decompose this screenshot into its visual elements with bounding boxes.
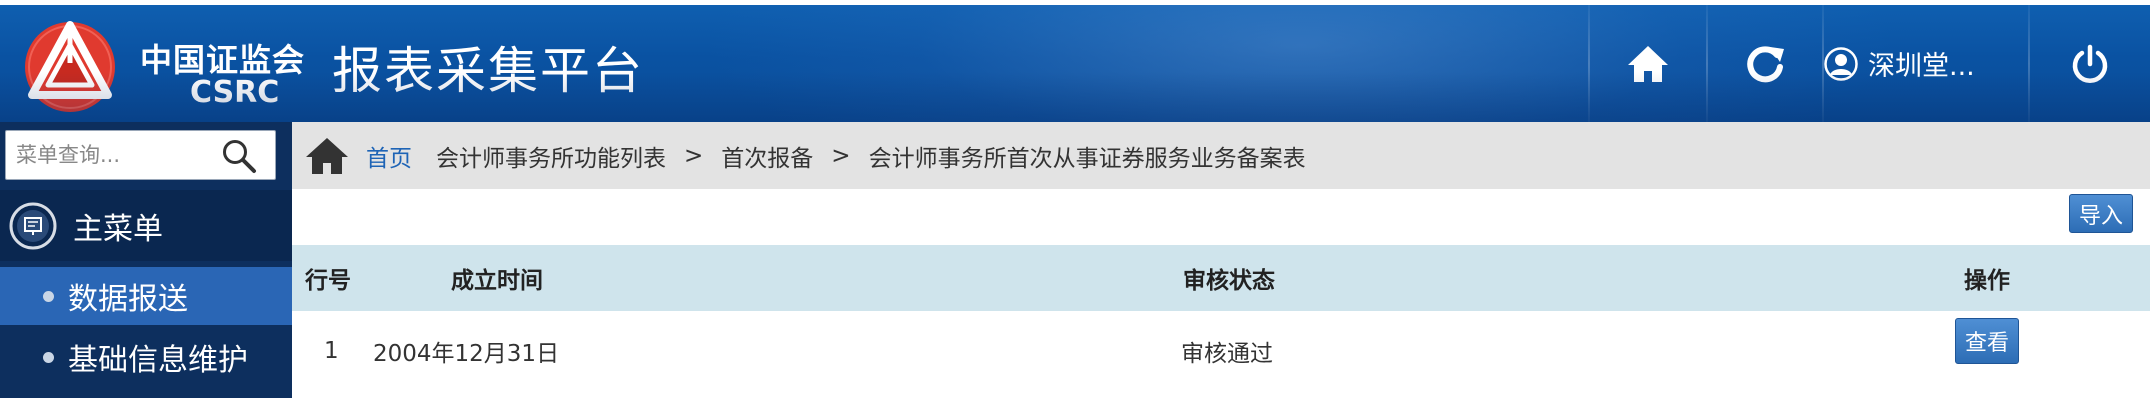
- user-name: 深圳堂...: [1868, 51, 1975, 82]
- menu-search-box: [5, 130, 276, 180]
- refresh-button[interactable]: [1708, 5, 1822, 122]
- main-menu-label: 主菜单: [73, 211, 163, 247]
- menu-search-input[interactable]: [14, 131, 214, 179]
- table-row: 1 2004年12月31日 审核通过: [292, 311, 2150, 398]
- logout-button[interactable]: [2030, 5, 2150, 122]
- search-icon[interactable]: [221, 138, 257, 174]
- sidebar-item-label: 数据报送: [68, 282, 188, 317]
- breadcrumb-item[interactable]: 首次报备: [721, 139, 813, 173]
- breadcrumb: 首页 会计师事务所功能列表 > 首次报备 > 会计师事务所首次从事证券服务业务备…: [292, 122, 2150, 189]
- csrc-logo-icon: [25, 21, 115, 112]
- bullet-icon: [43, 290, 54, 302]
- sidebar-item-data-submit[interactable]: 数据报送: [0, 267, 292, 325]
- breadcrumb-separator: >: [831, 142, 851, 169]
- home-icon: [1628, 45, 1668, 82]
- breadcrumb-current: 会计师事务所首次从事证券服务业务备案表: [868, 145, 1306, 172]
- import-button[interactable]: 导入: [2069, 194, 2133, 233]
- power-icon: [2072, 44, 2108, 83]
- main-menu-header: 主菜单: [0, 190, 292, 261]
- sidebar-item-label: 基础信息维护: [68, 343, 248, 378]
- home-icon[interactable]: [304, 136, 350, 176]
- column-header-status: 审核状态: [1183, 268, 1275, 294]
- breadcrumb-separator: >: [684, 142, 704, 169]
- sidebar: 主菜单 数据报送 基础信息维护: [0, 122, 292, 398]
- refresh-icon: [1747, 45, 1784, 82]
- main-menu-icon: [9, 202, 57, 249]
- cell-row-no: 1: [324, 338, 339, 364]
- home-button[interactable]: [1590, 5, 1706, 122]
- bullet-icon: [43, 351, 54, 363]
- cell-established: 2004年12月31日: [373, 341, 560, 367]
- breadcrumb-home-link[interactable]: 首页: [366, 139, 412, 173]
- breadcrumb-section: 会计师事务所功能列表: [436, 145, 666, 172]
- app-title: 报表采集平台: [332, 42, 644, 100]
- user-menu[interactable]: 深圳堂...: [1824, 5, 2030, 122]
- user-icon: [1824, 46, 1858, 81]
- column-header-row-no: 行号: [305, 268, 351, 294]
- table-header-row: 行号 成立时间 审核状态 操作: [292, 245, 2150, 311]
- sidebar-item-basic-info[interactable]: 基础信息维护: [0, 328, 292, 386]
- cell-status: 审核通过: [1181, 341, 1273, 367]
- logo-text-en: CSRC: [190, 75, 280, 110]
- column-header-established: 成立时间: [451, 268, 543, 294]
- app-header: 中国证监会 CSRC 报表采集平台 深圳堂...: [0, 5, 2150, 122]
- view-button[interactable]: 查看: [1955, 318, 2019, 364]
- column-header-action: 操作: [1964, 268, 2010, 294]
